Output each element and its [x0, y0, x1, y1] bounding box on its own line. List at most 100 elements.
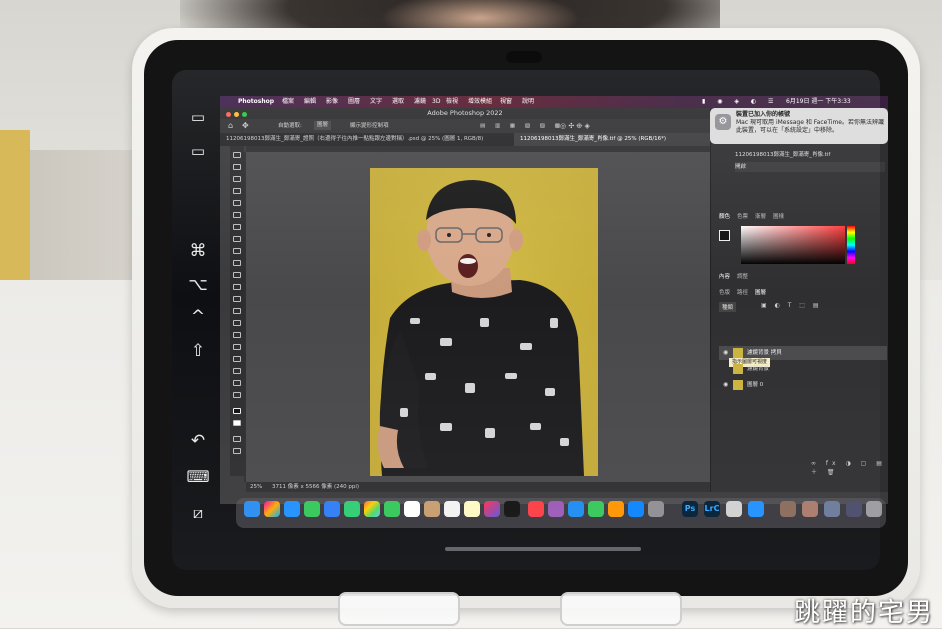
- panel-foreground-swatch[interactable]: [719, 230, 730, 241]
- layer-row-2[interactable]: 濾鏡背景: [719, 362, 887, 376]
- menu-app-name[interactable]: Photoshop: [238, 96, 274, 108]
- trash-icon[interactable]: [866, 501, 882, 517]
- status-icons[interactable]: ▮ ◉ ◈ ◐ ☰: [702, 96, 778, 108]
- quick-mask-tool[interactable]: [233, 436, 241, 442]
- portrait-photo[interactable]: [370, 168, 598, 476]
- tab-color[interactable]: 顏色: [719, 212, 730, 220]
- shape-tool[interactable]: [233, 368, 241, 374]
- tab-document-2[interactable]: 11206198013鄭滿生_鄭滿寄_肖像.tif @ 25% (RGB/16*…: [514, 133, 716, 146]
- keynote-icon[interactable]: [568, 501, 584, 517]
- shift-icon[interactable]: ⇧: [180, 342, 216, 360]
- music-icon[interactable]: [528, 501, 544, 517]
- pen-tool[interactable]: [233, 332, 241, 338]
- option-icon[interactable]: ⌥: [180, 276, 216, 294]
- layer-row-3[interactable]: ◉ 圖層 0: [719, 378, 887, 392]
- undo-icon[interactable]: ↶: [180, 432, 216, 450]
- blur-tool[interactable]: [233, 308, 241, 314]
- tab-swatches[interactable]: 色票: [737, 212, 748, 220]
- brush-tool[interactable]: [233, 248, 241, 254]
- lasso-tool[interactable]: [233, 176, 241, 182]
- menu-file[interactable]: 檔案: [282, 96, 294, 108]
- disconnect-icon[interactable]: ⧄: [180, 504, 216, 522]
- screenshot-icon[interactable]: [726, 501, 742, 517]
- auto-select-checkbox[interactable]: 自動選取:: [278, 119, 302, 133]
- eye-icon[interactable]: ◉: [723, 381, 728, 388]
- contacts-icon[interactable]: [424, 501, 440, 517]
- menu-edit[interactable]: 編輯: [304, 96, 316, 108]
- finder-icon[interactable]: [244, 501, 260, 517]
- menu-view[interactable]: 檢視: [446, 96, 458, 108]
- menu-select[interactable]: 選取: [392, 96, 404, 108]
- tab-paths[interactable]: 路徑: [737, 288, 748, 296]
- screen-mode-tool[interactable]: [233, 448, 241, 454]
- quick-select-tool[interactable]: [233, 188, 241, 194]
- type-tool[interactable]: [233, 344, 241, 350]
- numbers-icon[interactable]: [588, 501, 604, 517]
- eye-icon[interactable]: ◉: [723, 349, 728, 356]
- messages-icon[interactable]: [304, 501, 320, 517]
- clone-stamp-tool[interactable]: [233, 260, 241, 266]
- safari-icon[interactable]: [284, 501, 300, 517]
- zoom-tool[interactable]: [233, 392, 241, 398]
- podcasts-icon[interactable]: [548, 501, 564, 517]
- menu-filter[interactable]: 濾鏡: [414, 96, 426, 108]
- history-brush-tool[interactable]: [233, 272, 241, 278]
- freeform-icon[interactable]: [484, 501, 500, 517]
- keyboard-icon[interactable]: ⌨: [180, 468, 216, 486]
- command-icon[interactable]: ⌘: [180, 242, 216, 260]
- app-store-icon[interactable]: [628, 501, 644, 517]
- eraser-tool[interactable]: [233, 284, 241, 290]
- hue-slider[interactable]: [847, 226, 855, 264]
- lightroom-classic-icon[interactable]: LrC: [704, 501, 720, 517]
- apple-tv-icon[interactable]: [504, 501, 520, 517]
- healing-tool[interactable]: [233, 236, 241, 242]
- document-info[interactable]: 3711 像素 x 5566 像素 (240 ppi): [272, 482, 359, 492]
- menu-plugins[interactable]: 增效模組: [468, 96, 492, 108]
- recent-file-3-icon[interactable]: [846, 501, 862, 517]
- menu-type[interactable]: 文字: [370, 96, 382, 108]
- crop-tool[interactable]: [233, 200, 241, 206]
- tab-gradients[interactable]: 漸層: [755, 212, 766, 220]
- dock-icon[interactable]: ▭: [180, 142, 216, 160]
- gradient-tool[interactable]: [233, 296, 241, 302]
- menu-3d[interactable]: 3D: [432, 96, 440, 108]
- facetime-icon[interactable]: [384, 501, 400, 517]
- photos-icon[interactable]: [364, 501, 380, 517]
- home-icon[interactable]: ⌂: [228, 119, 233, 133]
- layer-filter-icons[interactable]: ▣ ◐ T ⬚ ▤: [761, 302, 822, 309]
- move-tool-icon[interactable]: ✥: [242, 119, 249, 133]
- menu-help[interactable]: 說明: [522, 96, 534, 108]
- layer-actions[interactable]: ∞ fx ◑ ▢ ▤ ＋ 🗑: [811, 460, 888, 476]
- marquee-tool[interactable]: [233, 164, 241, 170]
- hand-tool[interactable]: [233, 380, 241, 386]
- path-select-tool[interactable]: [233, 356, 241, 362]
- menu-bar-icon[interactable]: ▭: [180, 108, 216, 126]
- show-transform-checkbox[interactable]: 顯示變形控制項: [350, 119, 389, 133]
- photoshop-icon[interactable]: Ps: [682, 501, 698, 517]
- launchpad-icon[interactable]: [264, 501, 280, 517]
- history-state[interactable]: 開啟: [735, 162, 885, 172]
- recent-file-2-icon[interactable]: [824, 501, 840, 517]
- notes-icon[interactable]: [464, 501, 480, 517]
- control-icon[interactable]: ^: [180, 308, 216, 326]
- system-settings-icon[interactable]: [648, 501, 664, 517]
- recent-file-1-icon[interactable]: [802, 501, 818, 517]
- menubar-clock[interactable]: 6月19日 週一 下午3:33: [786, 96, 851, 108]
- calendar-icon[interactable]: [404, 501, 420, 517]
- tab-layers[interactable]: 圖層: [755, 288, 766, 296]
- mail-icon[interactable]: [324, 501, 340, 517]
- minimize-window-button[interactable]: [234, 112, 239, 117]
- 3d-mode-icons[interactable]: ◎ ✣ ⊕ ◈: [560, 119, 590, 133]
- pages-icon[interactable]: [608, 501, 624, 517]
- dodge-tool[interactable]: [233, 320, 241, 326]
- notification-banner[interactable]: ⚙ 裝置已加入你的帳號 Mac 現可取用 iMessage 和 FaceTime…: [710, 108, 888, 144]
- tab-adjustments[interactable]: 調整: [737, 272, 748, 280]
- close-window-button[interactable]: [226, 112, 231, 117]
- color-picker-field[interactable]: [741, 226, 845, 264]
- frame-tool[interactable]: [233, 212, 241, 218]
- menu-window[interactable]: 視窗: [500, 96, 512, 108]
- zoom-level[interactable]: 25%: [250, 482, 262, 492]
- tab-properties[interactable]: 內容: [719, 272, 730, 280]
- menu-image[interactable]: 影像: [326, 96, 338, 108]
- auto-select-dropdown[interactable]: 圖層: [314, 121, 332, 130]
